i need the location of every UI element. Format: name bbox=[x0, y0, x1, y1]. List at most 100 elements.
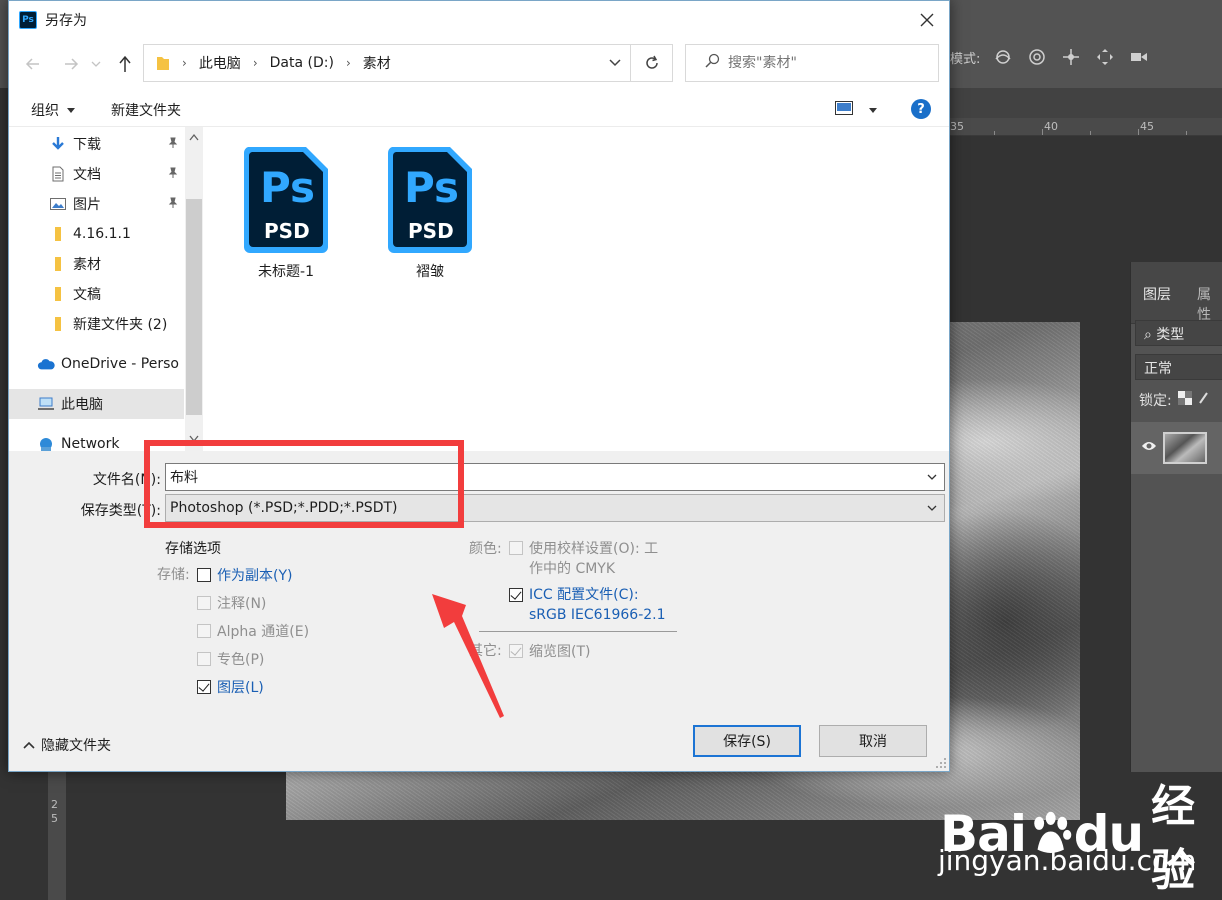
psd-icon-ext-text: PSD bbox=[408, 219, 454, 243]
navigation-scrollbar[interactable] bbox=[185, 127, 203, 451]
color-label: 颜色: bbox=[469, 541, 502, 557]
sidebar-item-label: 此电脑 bbox=[61, 397, 103, 413]
cancel-button[interactable]: 取消 bbox=[819, 725, 927, 757]
options-divider bbox=[479, 631, 677, 632]
sidebar-item-onedrive[interactable]: OneDrive - Perso bbox=[9, 349, 184, 379]
layer-row[interactable] bbox=[1131, 422, 1222, 474]
up-button[interactable] bbox=[115, 54, 135, 74]
layer-thumbnail bbox=[1163, 432, 1207, 464]
eye-icon[interactable] bbox=[1141, 440, 1157, 456]
breadcrumb-sucai[interactable]: 素材 bbox=[363, 53, 391, 73]
checkbox-label: 使用校样设置(O): 工 作中的 CMYK bbox=[529, 539, 658, 579]
icc-profile-checkbox[interactable]: ICC 配置文件(C): sRGB IEC61966-2.1 bbox=[509, 585, 666, 625]
breadcrumb-data-drive[interactable]: Data (D:) bbox=[270, 55, 334, 71]
save-type-label: 保存类型(T): bbox=[80, 503, 161, 519]
view-options-button[interactable] bbox=[835, 101, 878, 119]
layer-filter-field[interactable]: ⌕ 类型 bbox=[1135, 320, 1222, 346]
breadcrumb-separator-icon: › bbox=[182, 56, 187, 70]
checkbox-label: 注释(N) bbox=[217, 596, 267, 612]
3d-slide-icon[interactable] bbox=[1094, 46, 1116, 68]
sidebar-item-this-pc[interactable]: 此电脑 bbox=[9, 389, 184, 419]
breadcrumb-this-pc[interactable]: 此电脑 bbox=[199, 53, 241, 73]
chevron-down-icon bbox=[609, 59, 621, 67]
save-type-dropdown[interactable]: Photoshop (*.PSD;*.PDD;*.PSDT) bbox=[165, 494, 945, 522]
help-button[interactable]: ? bbox=[911, 99, 931, 119]
save-button[interactable]: 保存(S) bbox=[693, 725, 801, 757]
arrow-up-icon bbox=[119, 55, 131, 72]
address-history-dropdown[interactable] bbox=[608, 55, 624, 71]
sidebar-item-label: 图片 bbox=[73, 197, 101, 213]
close-button[interactable] bbox=[905, 1, 949, 39]
sidebar-item-network[interactable]: Network bbox=[9, 429, 184, 451]
icc-label-line1: ICC 配置文件(C): bbox=[529, 587, 639, 603]
horizontal-ruler: 35 40 45 bbox=[950, 118, 1222, 136]
filename-input[interactable] bbox=[170, 469, 910, 485]
caret-down-icon bbox=[869, 108, 878, 113]
storage-label: 存储: bbox=[157, 567, 190, 583]
hide-folders-toggle[interactable]: 隐藏文件夹 bbox=[23, 735, 111, 755]
baidu-jingyan-watermark: Bai du 经验 jingyan.baidu.com bbox=[930, 764, 1222, 900]
spot-colors-checkbox: 专色(P) bbox=[197, 649, 264, 669]
new-folder-button[interactable]: 新建文件夹 bbox=[111, 100, 181, 120]
chevron-down-icon[interactable] bbox=[926, 471, 938, 483]
3d-orbit-icon[interactable] bbox=[992, 46, 1014, 68]
chevron-down-icon bbox=[91, 61, 101, 67]
checkbox-box[interactable] bbox=[197, 680, 211, 694]
back-button[interactable] bbox=[23, 54, 43, 74]
sidebar-item-folder-sucai[interactable]: 素材 bbox=[9, 249, 184, 279]
sidebar-item-new-folder-2[interactable]: 新建文件夹 (2) bbox=[9, 309, 184, 339]
layer-filter-label: 类型 bbox=[1156, 327, 1185, 343]
command-bar: 组织 新建文件夹 ? bbox=[9, 89, 949, 127]
sidebar-item-folder-wengao[interactable]: 文稿 bbox=[9, 279, 184, 309]
3d-roll-icon[interactable] bbox=[1026, 46, 1048, 68]
psd-file-icon: Ps PSD bbox=[240, 143, 332, 255]
sidebar-item-label: Network bbox=[61, 436, 120, 451]
refresh-icon bbox=[645, 55, 658, 69]
sidebar-item-pictures[interactable]: 图片 bbox=[9, 189, 184, 219]
search-icon bbox=[704, 53, 720, 73]
search-input[interactable] bbox=[728, 55, 918, 71]
forward-button[interactable] bbox=[61, 54, 81, 74]
sidebar-item-folder-4-16-1-1[interactable]: 4.16.1.1 bbox=[9, 219, 184, 249]
as-copy-checkbox[interactable]: 作为副本(Y) bbox=[197, 565, 292, 585]
blend-mode-dropdown[interactable]: 正常 bbox=[1135, 354, 1222, 380]
chevron-down-icon bbox=[927, 505, 937, 511]
psd-file-icon: Ps PSD bbox=[384, 143, 476, 255]
lock-transparency-icon[interactable] bbox=[1177, 391, 1192, 409]
3d-pan-icon[interactable] bbox=[1060, 46, 1082, 68]
layers-checkbox[interactable]: 图层(L) bbox=[197, 677, 264, 697]
save-options-title: 存储选项 bbox=[165, 541, 221, 557]
search-box[interactable] bbox=[685, 44, 939, 82]
scroll-down-icon[interactable] bbox=[189, 435, 199, 443]
file-item[interactable]: Ps PSD 褶皱 bbox=[375, 143, 485, 281]
filename-combobox[interactable] bbox=[165, 463, 945, 491]
checkbox-box[interactable] bbox=[509, 588, 523, 602]
tab-layers[interactable]: 图层 bbox=[1143, 284, 1171, 304]
file-name: 未标题-1 bbox=[258, 264, 314, 280]
this-pc-icon bbox=[37, 396, 55, 412]
organize-button[interactable]: 组织 bbox=[31, 100, 76, 120]
ruler-tick-label: 5 bbox=[51, 812, 58, 825]
photoshop-options-bar: 模式: bbox=[950, 40, 1222, 74]
thumbnail-checkbox: 缩览图(T) bbox=[509, 641, 590, 661]
folder-icon bbox=[49, 226, 67, 242]
vertical-ruler: 2 5 bbox=[48, 770, 66, 900]
network-icon bbox=[37, 436, 55, 451]
address-bar[interactable]: › 此电脑 › Data (D:) › 素材 bbox=[143, 44, 631, 82]
layers-panel-tabs: 图层 属性 bbox=[1131, 262, 1222, 324]
tab-properties[interactable]: 属性 bbox=[1197, 284, 1222, 324]
sidebar-item-documents[interactable]: 文档 bbox=[9, 159, 184, 189]
checkbox-box bbox=[509, 644, 523, 658]
folder-icon bbox=[156, 55, 170, 71]
scroll-up-icon[interactable] bbox=[189, 133, 199, 141]
checkbox-box bbox=[197, 624, 211, 638]
sidebar-item-downloads[interactable]: 下载 bbox=[9, 129, 184, 159]
checkbox-box[interactable] bbox=[197, 568, 211, 582]
scrollbar-thumb[interactable] bbox=[186, 199, 202, 415]
3d-camera-icon[interactable] bbox=[1128, 46, 1150, 68]
recent-locations-button[interactable] bbox=[89, 54, 103, 74]
file-item[interactable]: Ps PSD 未标题-1 bbox=[231, 143, 341, 281]
chevron-up-icon bbox=[23, 741, 35, 749]
refresh-button[interactable] bbox=[631, 44, 673, 82]
lock-brush-icon[interactable] bbox=[1198, 391, 1210, 409]
